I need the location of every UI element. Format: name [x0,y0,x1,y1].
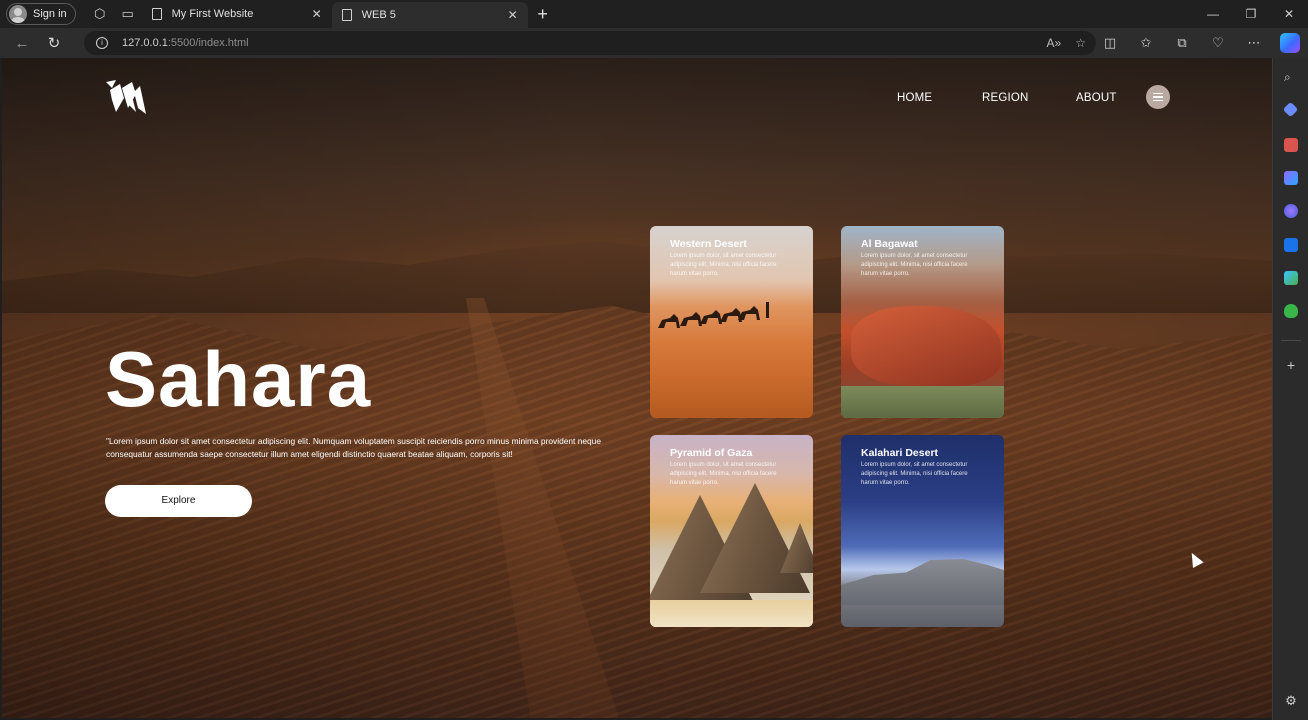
collections-icon[interactable]: ⧉ [1164,35,1200,51]
add-sidebar-app-icon[interactable]: + [1284,358,1298,372]
hero-description: "Lorem ipsum dolor sit amet consectetur … [106,436,601,459]
sidebar-divider [1281,340,1301,341]
sign-in-label: Sign in [33,8,67,20]
split-screen-icon[interactable]: ◫ [1092,35,1128,51]
shopping-tag-icon[interactable] [1282,101,1299,118]
card-text: Lorem ipsum dolor, sit amet consectetur … [670,253,777,277]
shrub-foreground [841,386,1004,418]
web-page: HOME REGION ABOUT Sahara "Lorem ipsum do… [2,58,1272,718]
sign-in-button[interactable]: Sign in [6,3,76,25]
drop-icon[interactable] [1284,271,1298,285]
address-bar-actions: A» ☆ [1047,31,1086,55]
sand-foreground [650,600,813,627]
browser-tab-strip: Sign in ⬡ ▭ My First Website ✕ WEB 5 ✕ +… [0,0,1308,28]
card-text: Lorem ipsum dolor, sit amet consectetur … [861,253,968,277]
nav-home-link[interactable]: HOME [897,92,932,104]
page-icon [151,8,162,20]
tab-title: My First Website [171,8,254,20]
ruins-silhouette [841,559,1004,605]
edge-sidebar: ⌕ + ⚙ [1272,58,1308,720]
new-tab-icon[interactable]: + [528,4,558,25]
more-options-icon[interactable]: ⋯ [1236,35,1272,51]
search-icon[interactable]: ⌕ [1284,70,1298,84]
close-tab-icon[interactable]: ✕ [312,7,322,21]
card-al-bagawat[interactable]: Al Bagawat Lorem ipsum dolor, sit amet c… [841,226,1004,418]
tab-title: WEB 5 [361,9,396,21]
nav-about-link[interactable]: ABOUT [1076,92,1117,104]
restore-icon[interactable]: ❐ [1232,0,1270,28]
card-title: Kalahari Desert [861,447,939,459]
camel-caravan-illustration [658,302,769,328]
favorite-star-icon[interactable]: ☆ [1075,36,1086,50]
browser-toolbar: ← ↻ i 127.0.0.1:5500/index.html A» ☆ ◫ ✩… [0,28,1308,58]
tab-my-first-website[interactable]: My First Website ✕ [142,0,332,28]
copilot-sidebar-icon[interactable] [1284,204,1298,218]
hamburger-menu-icon[interactable] [1146,85,1170,109]
tab-web-5[interactable]: WEB 5 ✕ [331,2,528,28]
page-icon [341,9,352,21]
nav-region-link[interactable]: REGION [982,92,1029,104]
card-title: Al Bagawat [861,238,918,250]
card-title: Pyramid of Gaza [670,447,753,459]
toolbar-right-icons: ◫ ✩ ⧉ ♡ ⋯ [1092,28,1308,58]
close-tab-icon[interactable]: ✕ [508,8,518,22]
url-text: 127.0.0.1:5500/index.html [122,37,249,49]
hero-title: Sahara [105,335,372,423]
favorites-icon[interactable]: ✩ [1128,35,1164,51]
card-kalahari-desert[interactable]: Kalahari Desert Lorem ipsum dolor, sit a… [841,435,1004,627]
card-western-desert[interactable]: Western Desert Lorem ipsum dolor, sit am… [650,226,813,418]
site-info-icon[interactable]: i [96,37,108,49]
window-controls: — ❐ ✕ [1194,0,1308,28]
card-text: Lorem ipsum dolor, sit amet consectetur … [670,462,777,486]
read-aloud-icon[interactable]: A» [1047,36,1062,50]
tab-actions-icon[interactable]: ▭ [114,0,142,28]
card-title: Western Desert [670,238,747,250]
outlook-icon[interactable] [1284,238,1298,252]
tree-icon[interactable] [1284,304,1298,318]
card-pyramid-of-gaza[interactable]: Pyramid of Gaza Lorem ipsum dolor, sit a… [650,435,813,627]
workspaces-icon[interactable]: ⬡ [86,0,114,28]
refresh-icon[interactable]: ↻ [36,34,72,52]
minimize-icon[interactable]: — [1194,0,1232,28]
red-rock-formation [851,306,1001,386]
explore-button[interactable]: Explore [105,485,252,517]
close-window-icon[interactable]: ✕ [1270,0,1308,28]
profile-avatar-icon [9,5,27,23]
back-icon[interactable]: ← [4,35,40,52]
card-text: Lorem ipsum dolor, sit amet consectetur … [861,462,968,486]
tools-icon[interactable] [1284,138,1298,152]
site-logo-icon[interactable] [102,78,150,118]
browser-essentials-icon[interactable]: ♡ [1200,35,1236,51]
copilot-icon[interactable] [1280,33,1300,53]
sidebar-settings-gear-icon[interactable]: ⚙ [1284,694,1298,708]
games-icon[interactable] [1284,171,1298,185]
address-bar[interactable]: i 127.0.0.1:5500/index.html A» ☆ [84,31,1096,55]
